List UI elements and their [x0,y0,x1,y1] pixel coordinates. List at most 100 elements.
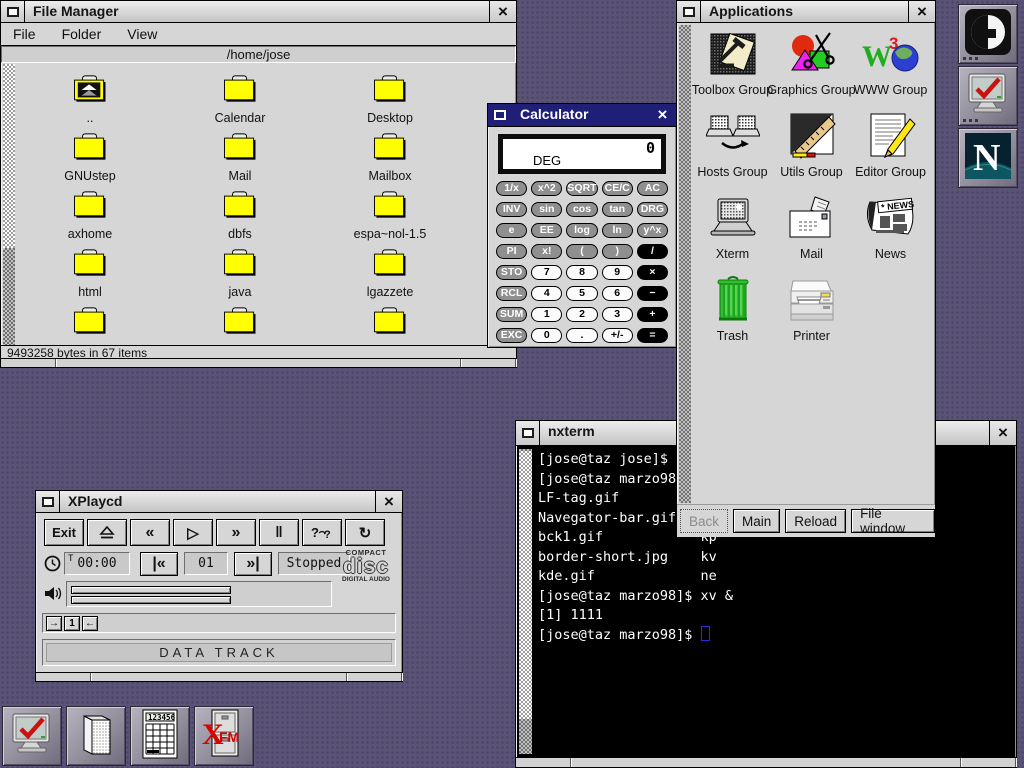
calc-key-log[interactable]: log [566,223,597,238]
selector-back-button[interactable]: ← [82,616,98,631]
calc-key-)[interactable]: ) [602,244,633,259]
file-manager-resize-bar[interactable] [1,358,516,367]
app-item-www[interactable]: W3WWW Group [851,25,930,107]
calc-key-5[interactable]: 5 [566,286,597,301]
scan-back-button[interactable]: « [130,519,170,546]
dock-tile-wmaker[interactable] [958,4,1018,64]
calc-key-RCL[interactable]: RCL [496,286,527,301]
calc-key-ln[interactable]: ln [602,223,633,238]
calc-key-−[interactable]: − [637,286,668,301]
window-menu-button[interactable] [36,491,60,512]
calc-key-DRG[interactable]: DRG [637,202,668,217]
close-icon[interactable]: × [908,1,935,22]
calc-key-4[interactable]: 4 [531,286,562,301]
folder-item[interactable]: Mailbox [315,121,465,179]
calc-key-AC[interactable]: AC [637,181,668,196]
app-item-hosts[interactable]: Hosts Group [693,107,772,189]
eject-button[interactable] [87,519,127,546]
pause-button[interactable]: ‖ [259,519,299,546]
app-item-editor[interactable]: Editor Group [851,107,930,189]
clip-tile-checkmon[interactable] [2,706,62,766]
calc-key-STO[interactable]: STO [496,265,527,280]
selector-track-button[interactable]: 1 [64,616,80,631]
selector-forward-button[interactable]: → [46,616,62,631]
window-menu-button[interactable] [1,1,25,22]
calc-key-INV[interactable]: INV [496,202,527,217]
dock-tile-netscape[interactable]: N [958,128,1018,188]
folder-item[interactable]: Mail [165,121,315,179]
folder-item[interactable] [165,295,315,347]
menu-file[interactable]: File [13,26,36,42]
calc-key-=[interactable]: = [637,328,668,343]
app-item-utils[interactable]: Utils Group [772,107,851,189]
app-item-trash[interactable]: Trash [693,271,772,353]
calc-key-1/x[interactable]: 1/x [496,181,527,196]
app-item-graphics[interactable]: Graphics Group [772,25,851,107]
calc-key-tan[interactable]: tan [602,202,633,217]
window-menu-button[interactable] [516,421,540,445]
shuffle-button[interactable]: ?? [302,519,342,546]
folder-item[interactable]: Desktop [315,63,465,121]
calc-key-6[interactable]: 6 [602,286,633,301]
folder-item[interactable]: dbfs [165,179,315,237]
volume-slider-handle2[interactable] [71,596,231,604]
folder-item[interactable]: html [15,237,165,295]
nxterm-resize-bar[interactable] [516,757,1016,767]
calc-key-SUM[interactable]: SUM [496,307,527,322]
menu-view[interactable]: View [127,26,157,42]
main-button[interactable]: Main [733,509,780,533]
close-icon[interactable]: × [649,104,676,126]
calc-key-2[interactable]: 2 [566,307,597,322]
app-item-news[interactable]: * NEWSNews [851,189,930,271]
calc-key-EXC[interactable]: EXC [496,328,527,343]
calc-key-CE/C[interactable]: CE/C [602,181,633,196]
calc-key-cos[interactable]: cos [566,202,597,217]
calc-key-EE[interactable]: EE [531,223,562,238]
folder-item[interactable]: Calendar [165,63,315,121]
app-item-mail[interactable]: Mail [772,189,851,271]
calc-key-y^x[interactable]: y^x [637,223,668,238]
calc-key-([interactable]: ( [566,244,597,259]
volume-slider-handle[interactable] [71,586,231,594]
play-button[interactable]: ▷ [173,519,213,546]
xplaycd-titlebar[interactable]: XPlaycd × [36,491,402,513]
window-menu-button[interactable] [488,104,512,126]
calculator-titlebar[interactable]: Calculator × [488,104,676,127]
xplaycd-resize-bar[interactable] [36,672,402,681]
previous-track-button[interactable]: |« [140,552,178,576]
applications-titlebar[interactable]: Applications × [677,1,935,23]
file-manager-titlebar[interactable]: File Manager × [1,1,516,23]
exit-button[interactable]: Exit [44,519,84,546]
folder-item[interactable] [315,295,465,347]
volume-slider[interactable] [66,581,332,607]
scan-forward-button[interactable]: » [216,519,256,546]
dock-tile-checkmon[interactable] [958,66,1018,126]
folder-item[interactable]: java [165,237,315,295]
terminal-scrollbar-thumb[interactable] [519,451,532,719]
folder-item[interactable]: espa~nol-1.5 [315,179,465,237]
calc-key-x^2[interactable]: x^2 [531,181,562,196]
folder-item[interactable]: lgazzete [315,237,465,295]
next-track-button[interactable]: »| [234,552,272,576]
file-manager-scrollbar[interactable] [3,64,15,347]
calc-key-7[interactable]: 7 [531,265,562,280]
menu-folder[interactable]: Folder [62,26,102,42]
calc-key-SQRT[interactable]: SQRT [566,181,597,196]
clip-tile-xfm[interactable]: XFM [194,706,254,766]
calc-key-+/-[interactable]: +/- [602,328,633,343]
close-icon[interactable]: × [489,1,516,22]
calc-key-/[interactable]: / [637,244,668,259]
calc-key-1[interactable]: 1 [531,307,562,322]
loop-button[interactable]: ↻ [345,519,385,546]
applications-scrollbar[interactable] [679,25,691,503]
reload-button[interactable]: Reload [785,509,846,533]
app-item-printer[interactable]: Printer [772,271,851,353]
folder-item[interactable]: .. [15,63,165,121]
calc-key-8[interactable]: 8 [566,265,597,280]
folder-item[interactable]: GNUstep [15,121,165,179]
folder-item[interactable]: axhome [15,179,165,237]
file-manager-scrollbar-thumb[interactable] [3,64,15,248]
clip-tile-calctile[interactable]: 123456 [130,706,190,766]
app-item-toolbox[interactable]: Toolbox Group [693,25,772,107]
calc-key-PI[interactable]: PI [496,244,527,259]
